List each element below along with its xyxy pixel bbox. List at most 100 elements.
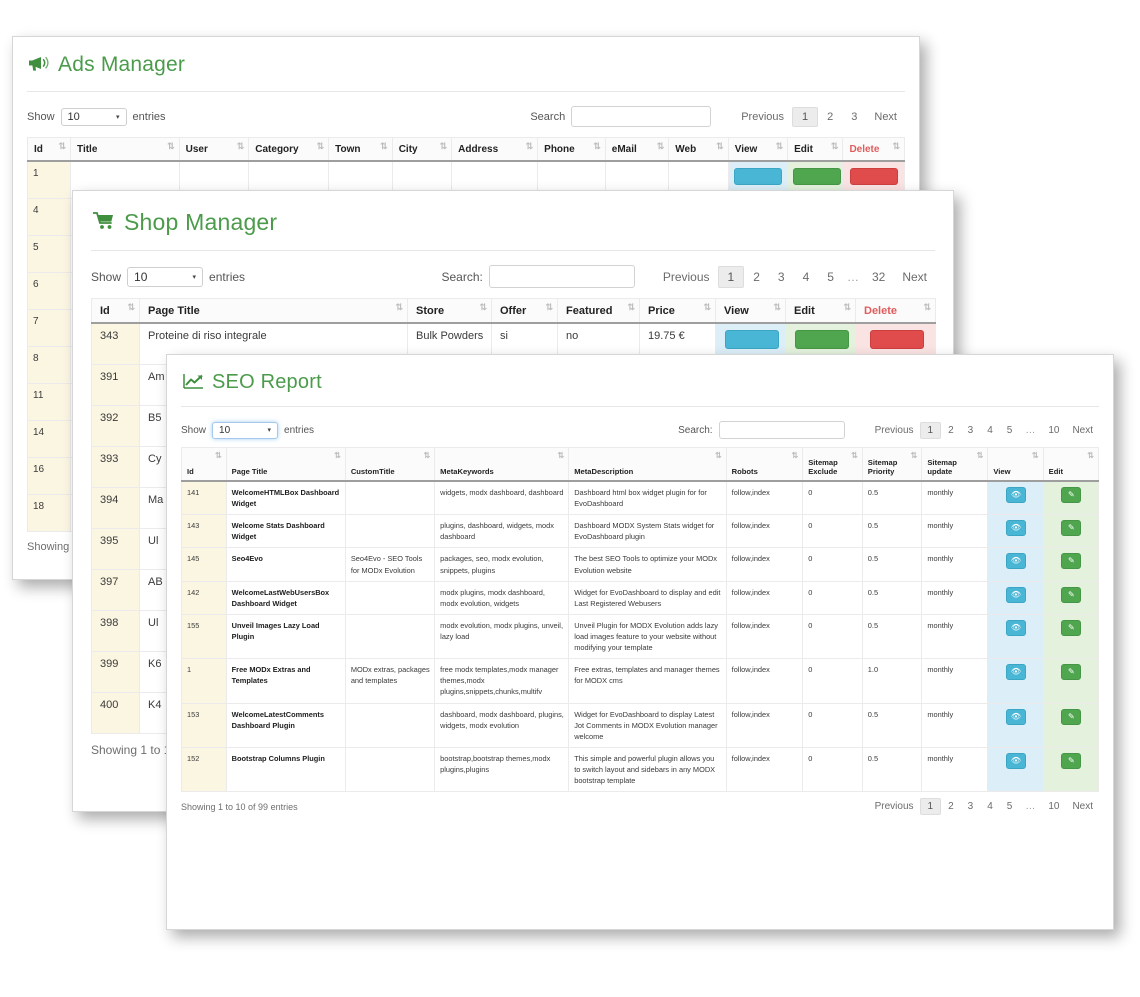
col-page-title-shop[interactable]: Page Title ⇅ bbox=[139, 298, 408, 324]
view-button[interactable]: 👁 bbox=[1005, 586, 1026, 603]
col-offer-shop[interactable]: Offer ⇅ bbox=[491, 298, 558, 324]
pagination-previous-ads[interactable]: Previous bbox=[733, 109, 792, 125]
col-edit-seo[interactable]: Edit ⇅ bbox=[1042, 447, 1100, 482]
col-sitemap-priority-seo[interactable]: Sitemap Priority ⇅ bbox=[861, 447, 923, 482]
col-title-ads[interactable]: Title ⇅ bbox=[70, 137, 180, 162]
col-category-ads[interactable]: Category ⇅ bbox=[248, 137, 330, 162]
view-button[interactable]: 👁 bbox=[1005, 619, 1026, 636]
pagination-page-4-seo-bottom[interactable]: 4 bbox=[980, 799, 1000, 814]
pagination-page-1-shop[interactable]: 1 bbox=[717, 265, 745, 288]
view-button[interactable] bbox=[724, 330, 779, 349]
col-user-ads[interactable]: User ⇅ bbox=[178, 137, 250, 162]
table-row[interactable]: 152 Bootstrap Columns Plugin bootstrap,b… bbox=[181, 746, 1100, 793]
pagination-previous-shop[interactable]: Previous bbox=[655, 268, 718, 286]
edit-button[interactable] bbox=[794, 330, 849, 349]
col-featured-shop[interactable]: Featured ⇅ bbox=[557, 298, 640, 324]
col-email-ads[interactable]: eMail ⇅ bbox=[604, 137, 670, 162]
col-id-seo[interactable]: Id ⇅ bbox=[181, 447, 227, 482]
col-web-ads[interactable]: Web ⇅ bbox=[668, 137, 729, 162]
view-button[interactable]: 👁 bbox=[1005, 708, 1026, 725]
pagination-page-3-ads[interactable]: 3 bbox=[842, 108, 866, 126]
col-delete-ads[interactable]: Delete ⇅ bbox=[842, 137, 905, 162]
view-button[interactable]: 👁 bbox=[1005, 553, 1026, 570]
edit-button[interactable]: ✎ bbox=[1061, 619, 1082, 636]
pagination-page-5-shop[interactable]: 5 bbox=[818, 267, 843, 287]
pagination-page-5-seo-bottom[interactable]: 5 bbox=[1000, 799, 1020, 814]
pagination-page-3-shop[interactable]: 3 bbox=[769, 267, 794, 287]
edit-button[interactable]: ✎ bbox=[1061, 487, 1082, 503]
view-button[interactable]: 👁 bbox=[1005, 664, 1026, 681]
col-phone-ads[interactable]: Phone ⇅ bbox=[537, 137, 606, 162]
pagination-page-5-seo-top[interactable]: 5 bbox=[1000, 423, 1020, 438]
table-row[interactable]: 145 Seo4Evo Seo4Evo - SEO Tools for MODx… bbox=[181, 547, 1100, 582]
view-button[interactable]: 👁 bbox=[1005, 752, 1026, 769]
delete-button[interactable] bbox=[849, 168, 898, 185]
edit-button[interactable] bbox=[793, 168, 842, 185]
col-price-shop[interactable]: Price ⇅ bbox=[639, 298, 716, 324]
col-sitemap-exclude-seo[interactable]: Sitemap Exclude ⇅ bbox=[802, 447, 863, 482]
page-length-select-shop[interactable]: 10 ▾ bbox=[127, 266, 204, 287]
seo-report-window: SEO Report Show 10 ▾ entries Search: Pre… bbox=[166, 354, 1114, 930]
pagination-previous-seo-top[interactable]: Previous bbox=[869, 424, 920, 437]
col-edit-shop[interactable]: Edit ⇅ bbox=[785, 298, 856, 324]
page-length-select-seo[interactable]: 10 ▾ bbox=[212, 421, 279, 439]
pagination-page-2-ads[interactable]: 2 bbox=[818, 108, 842, 126]
table-row[interactable]: 153 WelcomeLatestComments Dashboard Plug… bbox=[181, 702, 1100, 748]
col-view-shop[interactable]: View ⇅ bbox=[715, 298, 786, 324]
view-button[interactable]: 👁 bbox=[1005, 520, 1026, 537]
col-robots-seo[interactable]: Robots ⇅ bbox=[725, 447, 804, 482]
pagination-page-last-shop[interactable]: 32 bbox=[863, 267, 894, 287]
edit-button[interactable]: ✎ bbox=[1061, 664, 1082, 681]
delete-button[interactable] bbox=[869, 330, 924, 349]
col-view-ads[interactable]: View ⇅ bbox=[727, 137, 789, 162]
pagination-next-ads[interactable]: Next bbox=[866, 109, 905, 125]
pagination-next-seo-bottom[interactable]: Next bbox=[1066, 800, 1099, 813]
edit-button[interactable]: ✎ bbox=[1061, 553, 1082, 570]
view-button[interactable]: 👁 bbox=[1005, 487, 1026, 503]
pagination-next-seo-top[interactable]: Next bbox=[1066, 424, 1099, 437]
col-id-ads[interactable]: Id ⇅ bbox=[26, 137, 72, 162]
pagination-page-3-seo-bottom[interactable]: 3 bbox=[961, 799, 981, 814]
pagination-page-1-seo-bottom[interactable]: 1 bbox=[919, 798, 942, 816]
table-row[interactable]: 143 Welcome Stats Dashboard Widget plugi… bbox=[181, 514, 1100, 549]
pagination-page-last-seo-top[interactable]: 10 bbox=[1041, 423, 1066, 438]
pagination-page-last-seo-bottom[interactable]: 10 bbox=[1041, 799, 1066, 814]
col-meta-keywords-seo[interactable]: MetaKeywords ⇅ bbox=[434, 447, 570, 482]
col-page-title-seo[interactable]: Page Title ⇅ bbox=[225, 447, 346, 482]
search-input-shop[interactable] bbox=[488, 265, 635, 288]
col-custom-title-seo[interactable]: CustomTitle ⇅ bbox=[344, 447, 436, 482]
edit-button[interactable]: ✎ bbox=[1061, 520, 1082, 537]
table-row[interactable]: 155 Unveil Images Lazy Load Plugin modx … bbox=[181, 613, 1100, 660]
table-row[interactable]: 1 Free MODx Extras and Templates MODx ex… bbox=[181, 658, 1100, 704]
pagination-next-shop[interactable]: Next bbox=[894, 268, 935, 286]
col-delete-shop[interactable]: Delete ⇅ bbox=[855, 298, 936, 324]
col-meta-description-seo[interactable]: MetaDescription ⇅ bbox=[568, 447, 727, 482]
pagination-page-1-seo-top[interactable]: 1 bbox=[919, 421, 942, 439]
col-town-ads[interactable]: Town ⇅ bbox=[328, 137, 393, 162]
edit-button[interactable]: ✎ bbox=[1061, 752, 1082, 769]
pagination-page-3-seo-top[interactable]: 3 bbox=[961, 423, 981, 438]
view-button[interactable] bbox=[733, 168, 782, 185]
col-city-ads[interactable]: City ⇅ bbox=[391, 137, 453, 162]
pagination-page-1-ads[interactable]: 1 bbox=[792, 106, 819, 127]
pagination-page-4-shop[interactable]: 4 bbox=[794, 267, 819, 287]
pagination-page-2-seo-top[interactable]: 2 bbox=[941, 423, 961, 438]
pagination-previous-seo-bottom[interactable]: Previous bbox=[869, 800, 920, 813]
col-address-ads[interactable]: Address ⇅ bbox=[451, 137, 539, 162]
search-control-seo: Search: bbox=[678, 421, 845, 439]
table-row[interactable]: 141 WelcomeHTMLBox Dashboard Widget widg… bbox=[181, 480, 1100, 516]
pagination-page-2-shop[interactable]: 2 bbox=[744, 267, 769, 287]
pagination-page-2-seo-bottom[interactable]: 2 bbox=[941, 799, 961, 814]
col-sitemap-update-seo[interactable]: Sitemap update ⇅ bbox=[921, 447, 989, 482]
search-input-ads[interactable] bbox=[571, 106, 712, 127]
table-row[interactable]: 142 WelcomeLastWebUsersBox Dashboard Wid… bbox=[181, 580, 1100, 615]
edit-button[interactable]: ✎ bbox=[1061, 708, 1082, 725]
col-view-seo[interactable]: View ⇅ bbox=[987, 447, 1044, 482]
col-id-shop[interactable]: Id ⇅ bbox=[91, 298, 140, 324]
col-store-shop[interactable]: Store ⇅ bbox=[407, 298, 492, 324]
col-edit-ads[interactable]: Edit ⇅ bbox=[787, 137, 844, 162]
pagination-page-4-seo-top[interactable]: 4 bbox=[980, 423, 1000, 438]
page-length-select-ads[interactable]: 10 ▾ bbox=[60, 107, 127, 126]
search-input-seo[interactable] bbox=[718, 421, 845, 439]
edit-button[interactable]: ✎ bbox=[1061, 586, 1082, 603]
